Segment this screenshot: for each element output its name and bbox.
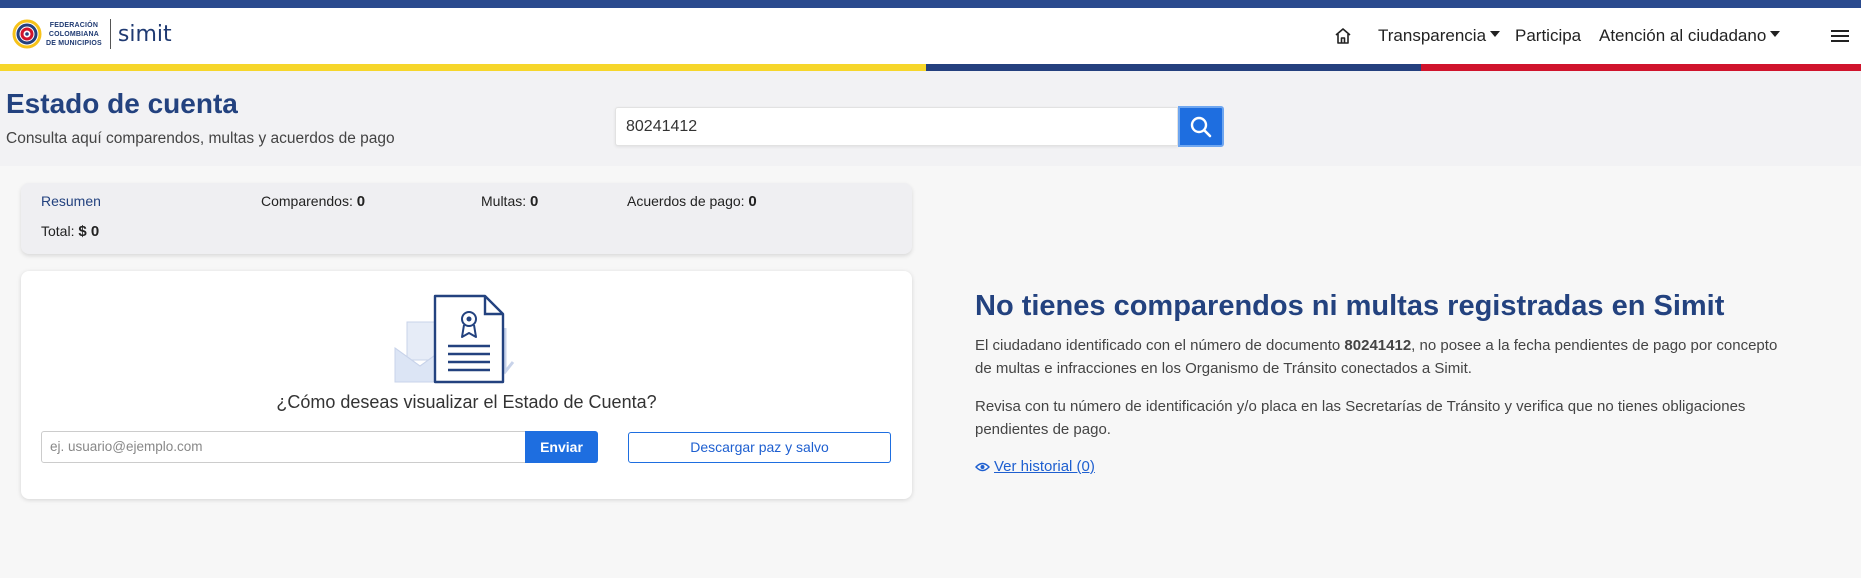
nav-participa-label: Participa (1515, 26, 1582, 45)
menu-button[interactable] (1830, 8, 1850, 64)
nav-home[interactable] (1333, 8, 1353, 64)
summary-comparendos: Comparendos: 0 (261, 193, 366, 210)
fcm-logo-text: FEDERACIÓN COLOMBIANA DE MUNICIPIOS (46, 21, 102, 47)
email-field[interactable]: ej. usuario@ejemplo.com (41, 431, 546, 463)
nav-atencion[interactable]: Atención al ciudadano (1599, 8, 1781, 64)
nav-atencion-label: Atención al ciudadano (1599, 26, 1767, 45)
fcm-logo-icon (12, 19, 42, 49)
chevron-down-icon (1490, 31, 1501, 37)
result-paragraph-2: Revisa con tu número de identificación y… (975, 398, 1746, 438)
summary-total: Total: $ 0 (41, 223, 100, 240)
nav-transparencia[interactable]: Transparencia (1378, 8, 1501, 64)
page-subtitle: Consulta aquí comparendos, multas y acue… (6, 130, 395, 147)
view-history-label: Ver historial (0) (994, 458, 1095, 475)
search-icon (1190, 116, 1212, 137)
summary-resumen: Resumen (41, 193, 101, 209)
logo-divider (109, 19, 111, 49)
simit-logo-text: simit (117, 21, 172, 47)
chevron-down-icon (1770, 31, 1781, 37)
view-statement-question: ¿Cómo deseas visualizar el Estado de Cue… (276, 392, 657, 412)
logo[interactable]: FEDERACIÓN COLOMBIANA DE MUNICIPIOS simi… (12, 10, 172, 58)
search-button[interactable] (1178, 106, 1224, 147)
eye-icon (975, 462, 990, 471)
account-statement-card: ¿Cómo deseas visualizar el Estado de Cue… (21, 271, 912, 499)
top-bar (0, 0, 1861, 8)
certificate-document-icon (394, 294, 515, 384)
document-number: 80241412 (1344, 337, 1412, 354)
summary-multas: Multas: 0 (481, 193, 539, 210)
send-button[interactable]: Enviar (525, 431, 598, 463)
nav-transparencia-label: Transparencia (1378, 26, 1487, 45)
flag-stripe (0, 64, 1861, 71)
summary-panel: Resumen Comparendos: 0 Multas: 0 Acuerdo… (21, 183, 912, 254)
page-title: Estado de cuenta (6, 88, 238, 119)
view-history-link[interactable]: Ver historial (0) (975, 458, 1095, 475)
result-title: No tienes comparendos ni multas registra… (975, 290, 1725, 322)
hamburger-menu-icon (1831, 30, 1849, 42)
result-paragraph-1: El ciudadano identificado con el número … (975, 337, 1778, 377)
document-search-input[interactable]: 80241412 (615, 107, 1178, 146)
download-paz-y-salvo-button[interactable]: Descargar paz y salvo (628, 432, 891, 463)
summary-acuerdos: Acuerdos de pago: 0 (627, 193, 757, 210)
nav-participa[interactable]: Participa (1515, 8, 1581, 64)
header (0, 8, 1861, 64)
home-icon (1335, 28, 1351, 44)
